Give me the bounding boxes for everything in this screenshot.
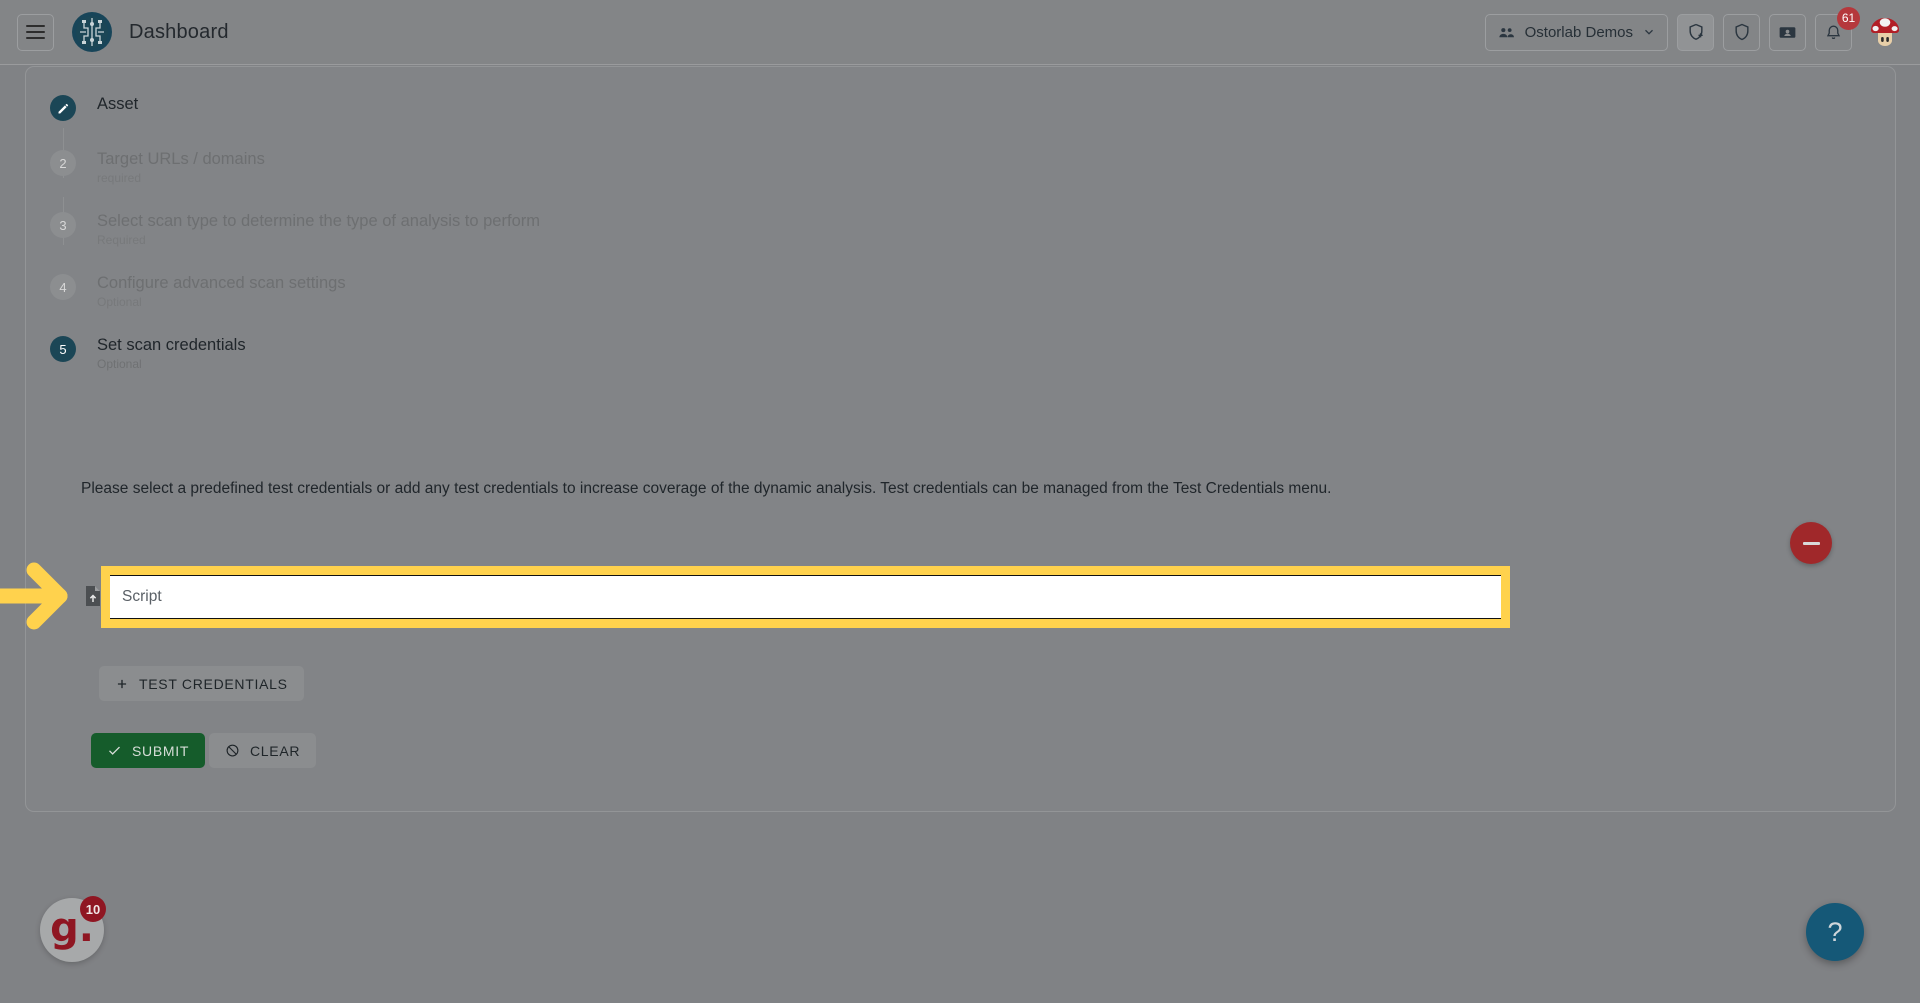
- stepper-title: Select scan type to determine the type o…: [97, 212, 540, 230]
- stepper-title: Configure advanced scan settings: [97, 274, 346, 292]
- circuit-logo-icon: [76, 16, 108, 48]
- step-marker-1: [50, 95, 76, 121]
- notifications-icon[interactable]: 61: [1815, 6, 1860, 51]
- stepper-subtitle: Optional: [97, 357, 142, 372]
- shield-plus-icon: [1688, 23, 1703, 40]
- add-test-credentials-button[interactable]: TEST CREDENTIALS: [99, 666, 304, 701]
- stepper-subtitle: Optional: [97, 295, 142, 310]
- org-selector-label: Ostorlab Demos: [1524, 23, 1633, 41]
- help-button[interactable]: ?: [1806, 903, 1864, 961]
- hamburger-bar: [26, 37, 45, 39]
- ticket-id-icon: [1779, 26, 1796, 38]
- stepper-item-scan-credentials[interactable]: 5 Set scan credentials Optional: [50, 336, 246, 371]
- mushroom-avatar-icon: [1871, 18, 1899, 46]
- step-marker-2: 2: [50, 150, 76, 176]
- submit-button[interactable]: SUBMIT: [91, 733, 206, 768]
- minus-icon: [1802, 541, 1820, 545]
- stepper-item-asset[interactable]: Asset: [50, 95, 138, 121]
- page-title: Dashboard: [129, 20, 229, 43]
- add-scan-icon[interactable]: [1677, 13, 1714, 51]
- add-test-credentials-label: TEST CREDENTIALS: [139, 675, 288, 692]
- check-icon: [109, 746, 120, 755]
- clear-button[interactable]: CLEAR: [209, 733, 317, 768]
- script-field[interactable]: [110, 575, 1501, 619]
- step-marker-3: 3: [50, 212, 76, 238]
- stepper-subtitle: required: [97, 171, 142, 186]
- chevron-down-icon: [1645, 29, 1653, 35]
- yellow-pointer-arrow: [0, 562, 68, 630]
- file-upload-glyph: [86, 586, 100, 606]
- grammarly-widget[interactable]: g. 10: [40, 896, 106, 962]
- avatar[interactable]: [1866, 13, 1904, 51]
- stepper-item-target-urls[interactable]: 2 Target URLs / domains required: [50, 150, 265, 185]
- submit-label: SUBMIT: [132, 742, 190, 759]
- stepper-item-scan-type[interactable]: 3 Select scan type to determine the type…: [50, 212, 540, 247]
- step-marker-4: 4: [50, 274, 76, 300]
- pencil-icon: [58, 103, 68, 113]
- remove-credential-button[interactable]: [1790, 522, 1832, 564]
- shield-icon: [1734, 23, 1749, 41]
- app-root: Dashboard Ostorlab Demos 61 Asset 2 Targ…: [0, 0, 1920, 1003]
- hamburger-bar: [26, 25, 45, 27]
- stepper-item-advanced-settings[interactable]: 4 Configure advanced scan settings Optio…: [50, 274, 346, 309]
- hamburger-menu-icon[interactable]: [17, 13, 54, 51]
- stepper-subtitle: Required: [97, 233, 146, 248]
- tickets-icon[interactable]: [1769, 13, 1806, 51]
- people-group-icon: [1499, 27, 1514, 37]
- credentials-description: Please select a predefined test credenti…: [81, 480, 1332, 497]
- help-icon: ?: [1827, 916, 1843, 947]
- grammarly-suggestion-count: 10: [80, 896, 106, 922]
- block-icon: [226, 744, 239, 757]
- stepper-title: Target URLs / domains: [97, 150, 265, 168]
- plus-icon: [117, 679, 127, 688]
- clear-label: CLEAR: [250, 742, 301, 759]
- stepper-title: Asset: [97, 95, 139, 113]
- stepper-title: Set scan credentials: [97, 336, 246, 354]
- script-field-highlight: [101, 566, 1510, 628]
- top-header: Dashboard Ostorlab Demos 61: [0, 0, 1920, 65]
- scan-wizard-card: Asset 2 Target URLs / domains required 3…: [25, 66, 1896, 812]
- script-input[interactable]: [122, 588, 1501, 606]
- security-icon[interactable]: [1723, 13, 1760, 51]
- hamburger-bar: [26, 31, 45, 33]
- ostorlab-circuit-logo[interactable]: [72, 12, 112, 52]
- step-marker-5: 5: [50, 336, 76, 362]
- notification-badge: 61: [1837, 6, 1860, 30]
- file-upload-icon[interactable]: [84, 585, 102, 607]
- org-selector[interactable]: Ostorlab Demos: [1484, 13, 1668, 51]
- header-actions: Ostorlab Demos 61: [1484, 6, 1904, 51]
